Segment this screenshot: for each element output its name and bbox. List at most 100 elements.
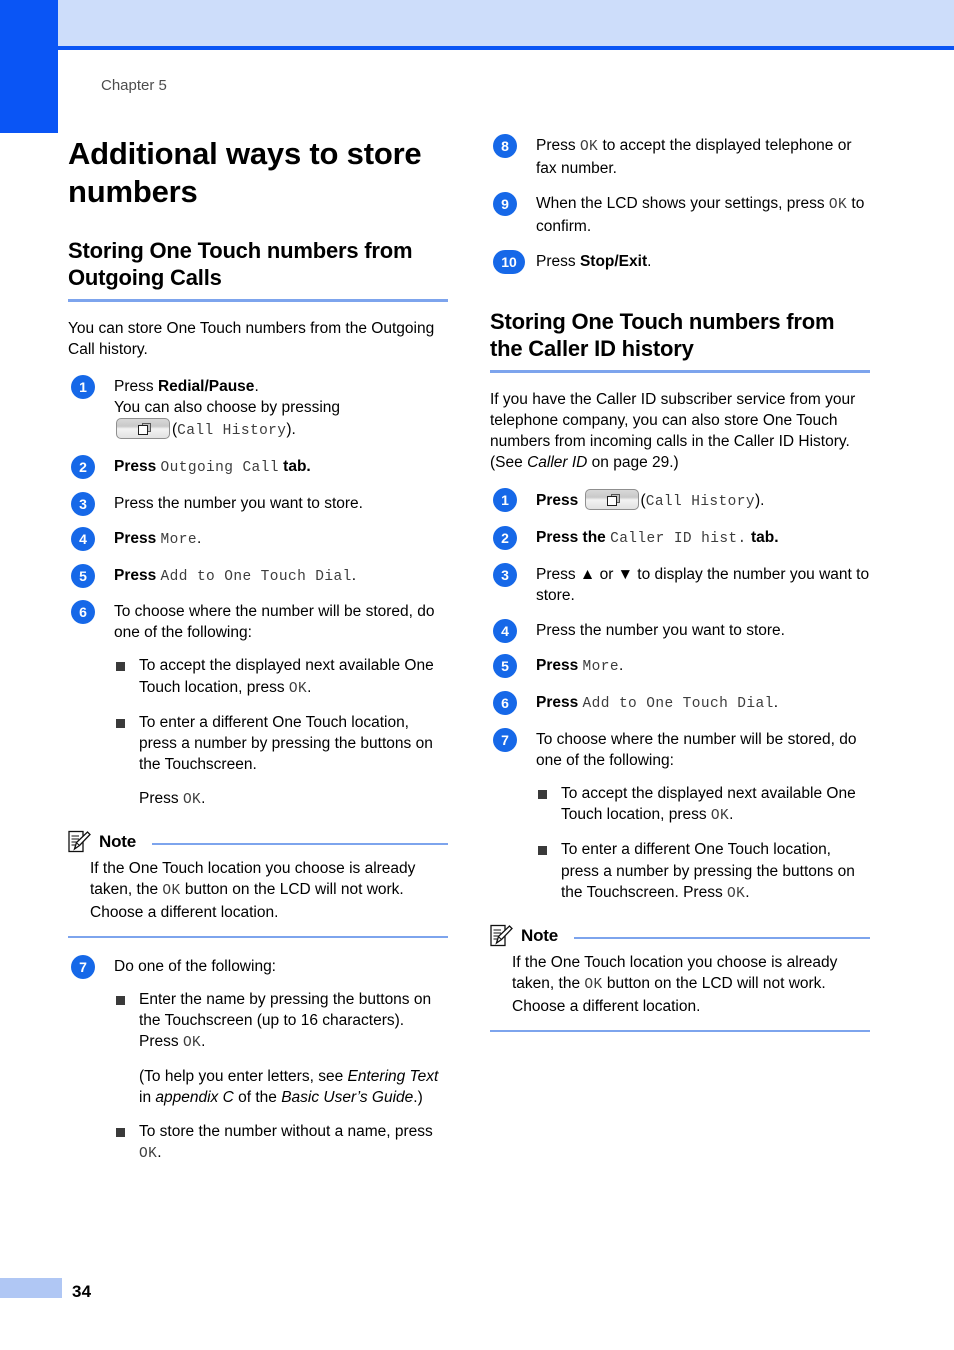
chapter-label: Chapter 5 [101, 77, 167, 94]
step-number-badge: 8 [493, 134, 517, 158]
bullet-sub-pre: Press [139, 789, 183, 807]
lcd-label: OK [584, 977, 603, 994]
step-number-badge: 5 [71, 563, 95, 588]
note-body: If the One Touch location you choose is … [68, 858, 448, 923]
bullet-text-post: . [307, 678, 312, 696]
lcd-label: OK [182, 791, 202, 808]
paren-close: ). [754, 492, 765, 510]
note-pencil-icon [68, 831, 91, 853]
bullet-subparagraph: Press OK. [139, 788, 448, 811]
step-item: 10 Press Stop/Exit. [490, 249, 870, 274]
section-heading-caller-id: Storing One Touch numbers from the Calle… [490, 308, 835, 362]
step-number-badge: 2 [493, 526, 517, 551]
hint-post: .) [413, 1089, 423, 1107]
note-header: Note [490, 924, 870, 948]
hint-mid1: in [139, 1089, 156, 1107]
note-header: Note [68, 830, 448, 854]
step-number-badge: 6 [71, 600, 95, 625]
step-item: 4 Press the number you want to store. [490, 619, 870, 644]
hint-italic-appendix: appendix C [155, 1089, 234, 1107]
step-text-pre: Press [536, 693, 583, 711]
step-text-post: . [351, 566, 356, 584]
intro-paragraph: If you have the Caller ID subscriber ser… [490, 389, 870, 473]
bullet-text-pre: To accept the displayed next available O… [139, 657, 434, 696]
step-text: To choose where the number will be store… [114, 603, 435, 642]
intro-italic-caller-id: Caller ID [527, 454, 588, 472]
bullet-list: To accept the displayed next available O… [114, 655, 448, 810]
bullet-text-pre: To accept the displayed next available O… [561, 784, 856, 823]
bullet-text-pre: To enter a different One Touch location,… [139, 714, 433, 774]
step-item: 1 Press (Call History). [490, 488, 870, 513]
step-item: 5 Press Add to One Touch Dial. [68, 563, 448, 588]
call-history-glyph-front [606, 496, 617, 507]
step-text-pre: Press the [536, 529, 611, 547]
hint-italic-guide: Basic User’s Guide [281, 1089, 414, 1107]
step-number-badge: 4 [71, 526, 95, 551]
bullet-text-post: . [157, 1144, 162, 1162]
lcd-label: Add to One Touch Dial [160, 568, 352, 585]
step-text-post: . [254, 378, 259, 396]
bullet-item: To store the number without a name, pres… [114, 1121, 448, 1165]
step-text-bold: Redial/Pause [157, 378, 255, 396]
chapter-edge-tab [0, 0, 58, 133]
note-label: Note [99, 832, 136, 852]
call-history-icon[interactable] [584, 489, 639, 511]
lcd-label: OK [182, 1035, 202, 1052]
note-bottom-rule [68, 936, 448, 939]
step-text-pre: Press [536, 137, 580, 154]
right-column: 8 Press OK to accept the displayed telep… [490, 134, 870, 1050]
section-heading-rule [490, 370, 870, 374]
lcd-label: Call History [177, 423, 287, 440]
step-item: 6 Press Add to One Touch Dial. [490, 690, 870, 715]
step-number-badge: 6 [493, 690, 517, 715]
square-bullet-icon [116, 996, 125, 1006]
bullet-press-pre: Press [139, 1033, 183, 1051]
step-number-badge: 1 [493, 488, 517, 513]
bullet-item: To accept the displayed next available O… [536, 783, 870, 827]
lcd-label: OK [579, 139, 599, 155]
section-heading-rule [68, 299, 448, 303]
note-header-rule [573, 937, 870, 940]
step-number-badge: 7 [71, 955, 95, 980]
lcd-label: Call History [645, 494, 755, 511]
step-text-bold: Stop/Exit [579, 252, 648, 270]
bullet-item: To enter a different One Touch location,… [536, 839, 870, 904]
bullet-item: To enter a different One Touch location,… [114, 712, 448, 810]
square-bullet-icon [538, 789, 547, 799]
call-history-icon[interactable] [116, 418, 170, 440]
square-bullet-icon [116, 662, 125, 672]
step-number-badge: 1 [71, 375, 95, 400]
step-item: 3 Press ▲ or ▼ to display the number you… [490, 562, 870, 606]
page-header-rule [58, 46, 954, 50]
bullet-press-post: . [201, 1033, 206, 1051]
square-bullet-icon [116, 1128, 125, 1138]
call-history-glyph-front [138, 425, 148, 436]
lcd-label: More [160, 531, 197, 548]
step-text-post: . [618, 657, 624, 675]
note-block: Note If the One Touch location you choos… [490, 924, 870, 1033]
step-text-pre: Press [536, 657, 583, 675]
footer-accent-bar [0, 1278, 62, 1298]
step-number-badge: 2 [71, 455, 95, 480]
lcd-label: More [582, 659, 619, 676]
note-body: If the One Touch location you choose is … [490, 952, 870, 1017]
step-item: 5 Press More. [490, 654, 870, 679]
lcd-label: OK [727, 885, 746, 902]
page-header-band [58, 0, 954, 46]
bullet-list: Enter the name by pressing the buttons o… [114, 989, 448, 1165]
step-text-post: . [196, 529, 202, 547]
step-item: 2 Press the Caller ID hist. tab. [490, 526, 870, 551]
lcd-label: Add to One Touch Dial [582, 695, 774, 712]
step-text-post: . [773, 693, 778, 711]
step-number-badge: 7 [493, 727, 517, 752]
left-column: Additional ways to store numbers Storing… [68, 135, 448, 1179]
step-text-pre: Press [114, 529, 161, 547]
step-number-badge: 9 [493, 191, 517, 216]
intro-post: on page 29.) [587, 454, 679, 472]
step-text-pre: Press [114, 566, 161, 584]
bullet-sub-post: . [201, 789, 206, 807]
bullet-subparagraph: (To help you enter letters, see Entering… [139, 1066, 448, 1108]
bullet-item: Enter the name by pressing the buttons o… [114, 989, 448, 1108]
bullet-text-pre: To enter a different One Touch location,… [561, 841, 855, 901]
step-number-badge: 3 [71, 491, 95, 516]
